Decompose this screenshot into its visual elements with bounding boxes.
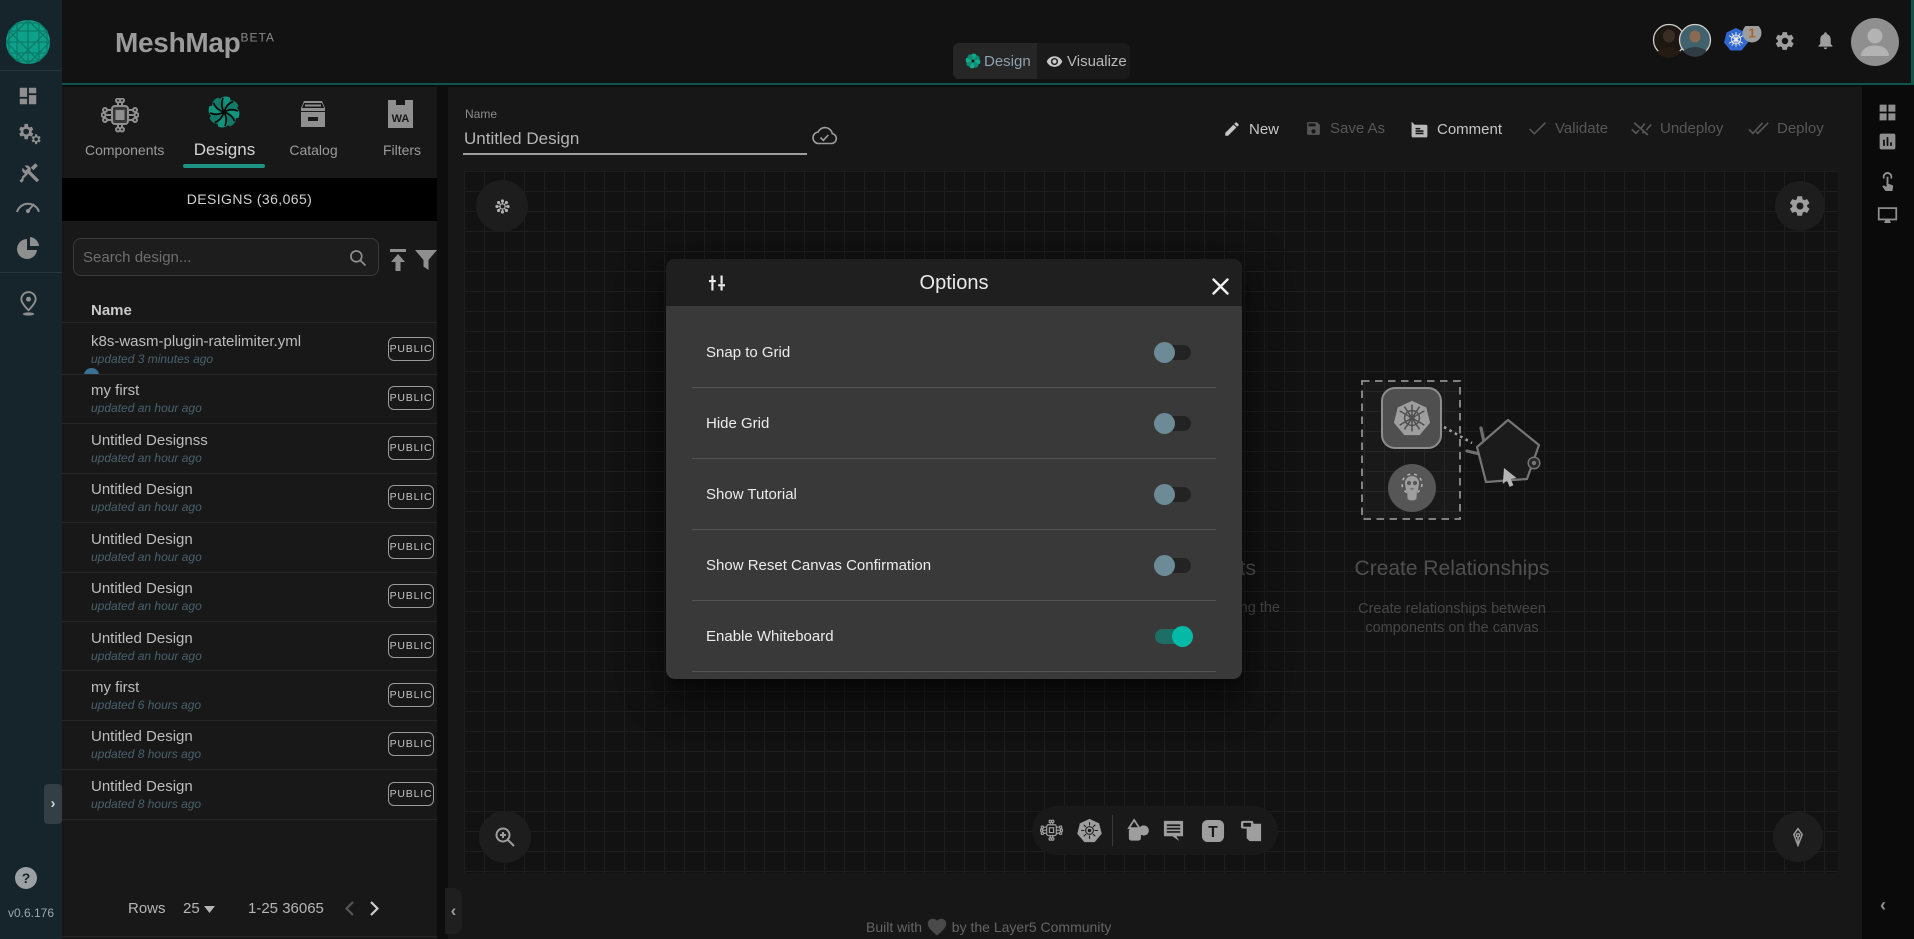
svg-text:1: 1 [1748,26,1755,41]
svg-text:WA: WA [392,113,410,125]
svg-text:?: ? [22,870,31,886]
svg-text:T: T [1208,824,1218,841]
